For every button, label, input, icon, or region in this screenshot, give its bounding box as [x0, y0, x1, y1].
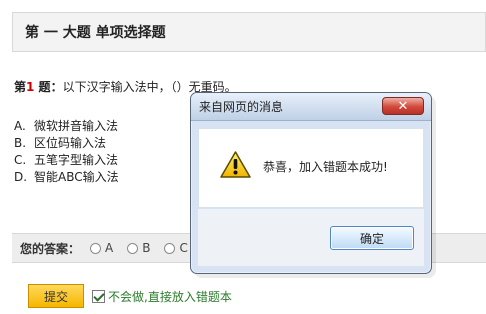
option-letter-d: D.: [14, 170, 28, 184]
close-button[interactable]: ✕: [382, 97, 424, 115]
answer-choice-c: C: [179, 241, 188, 255]
close-icon: ✕: [397, 98, 409, 114]
wrong-book-checkbox[interactable]: [92, 289, 105, 303]
question-prefix-1: 第: [14, 80, 27, 94]
option-text-c: 五笔字型输入法: [34, 153, 119, 167]
option-text-d: 智能ABC输入法: [34, 170, 119, 184]
answer-radio-a[interactable]: A: [90, 241, 113, 255]
action-row: 提交 不会做,直接放入错题本: [28, 284, 232, 308]
section-title: 第 一 大题 单项选择题: [25, 25, 166, 41]
answer-radio-b[interactable]: B: [127, 241, 150, 255]
option-c: C. 五笔字型输入法: [14, 152, 119, 169]
dialog-title: 来自网页的消息: [199, 100, 284, 114]
dialog-titlebar: 来自网页的消息 ✕: [191, 93, 431, 121]
option-letter-b: B.: [14, 136, 27, 150]
option-letter-c: C.: [14, 153, 27, 167]
question-prefix-2: 题: [34, 80, 51, 94]
ok-button[interactable]: 确定: [330, 226, 414, 250]
question-colon: ：: [50, 80, 63, 94]
option-letter-a: A.: [14, 119, 26, 133]
dialog-body: 恭喜，加入错题本成功!: [198, 128, 424, 208]
message-dialog: 来自网页的消息 ✕ 恭喜，加入错题本成功! 确定: [190, 92, 432, 274]
answer-label: 您的答案：: [20, 241, 81, 256]
dialog-message: 恭喜，加入错题本成功!: [263, 160, 388, 174]
exam-page: 第 一 大题 单项选择题 第1 题：以下汉字输入法中，（）无重码。 A. 微软拼音…: [0, 0, 486, 314]
option-text-a: 微软拼音输入法: [34, 119, 119, 133]
option-text-b: 区位码输入法: [34, 136, 107, 150]
submit-button[interactable]: 提交: [28, 284, 84, 308]
warning-icon: [220, 151, 251, 178]
answer-radio-c[interactable]: C: [164, 241, 188, 255]
option-d: D. 智能ABC输入法: [14, 169, 119, 186]
option-b: B. 区位码输入法: [14, 135, 119, 152]
option-list: A. 微软拼音输入法 B. 区位码输入法 C. 五笔字型输入法 D. 智能ABC输入法: [14, 118, 119, 186]
radio-circle-icon[interactable]: [90, 242, 102, 254]
option-a: A. 微软拼音输入法: [14, 118, 119, 135]
radio-circle-icon[interactable]: [127, 242, 139, 254]
wrong-book-label[interactable]: 不会做,直接放入错题本: [108, 288, 232, 305]
dialog-footer: 确定: [198, 209, 424, 266]
section-header: 第 一 大题 单项选择题: [12, 12, 486, 52]
radio-circle-icon[interactable]: [164, 242, 176, 254]
answer-choice-b: B: [142, 241, 151, 255]
answer-choice-a: A: [105, 241, 114, 255]
